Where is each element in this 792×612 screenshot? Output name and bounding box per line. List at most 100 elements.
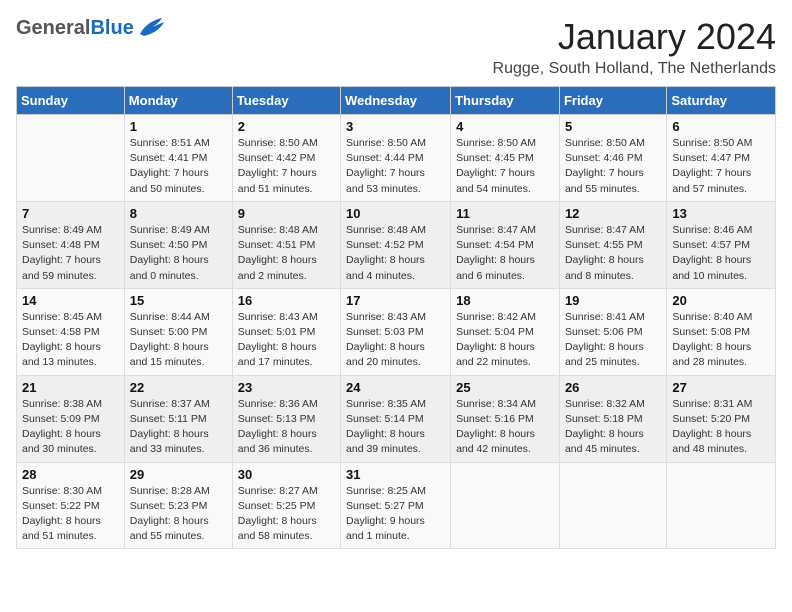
day-number: 13	[672, 206, 770, 221]
day-info: Sunrise: 8:37 AMSunset: 5:11 PMDaylight:…	[130, 397, 227, 458]
day-info: Sunrise: 8:50 AMSunset: 4:42 PMDaylight:…	[238, 136, 335, 197]
calendar-cell: 3 Sunrise: 8:50 AMSunset: 4:44 PMDaylight…	[341, 115, 451, 202]
day-number: 30	[238, 467, 335, 482]
day-info: Sunrise: 8:50 AMSunset: 4:47 PMDaylight:…	[672, 136, 770, 197]
calendar-cell: 28 Sunrise: 8:30 AMSunset: 5:22 PMDayligh…	[17, 462, 125, 549]
day-number: 11	[456, 206, 554, 221]
calendar-cell	[559, 462, 666, 549]
day-number: 21	[22, 380, 119, 395]
column-header-sunday: Sunday	[17, 87, 125, 115]
column-header-monday: Monday	[124, 87, 232, 115]
day-info: Sunrise: 8:31 AMSunset: 5:20 PMDaylight:…	[672, 397, 770, 458]
calendar-cell: 19Sunrise: 8:41 AMSunset: 5:06 PMDayligh…	[559, 288, 666, 375]
calendar-cell: 7 Sunrise: 8:49 AMSunset: 4:48 PMDaylight…	[17, 201, 125, 288]
day-number: 7	[22, 206, 119, 221]
day-info: Sunrise: 8:27 AMSunset: 5:25 PMDaylight:…	[238, 484, 335, 545]
day-number: 26	[565, 380, 661, 395]
calendar-table: SundayMondayTuesdayWednesdayThursdayFrid…	[16, 86, 776, 549]
column-header-friday: Friday	[559, 87, 666, 115]
day-number: 8	[130, 206, 227, 221]
day-info: Sunrise: 8:40 AMSunset: 5:08 PMDaylight:…	[672, 310, 770, 371]
day-info: Sunrise: 8:30 AMSunset: 5:22 PMDaylight:…	[22, 484, 119, 545]
column-header-saturday: Saturday	[667, 87, 776, 115]
day-number: 27	[672, 380, 770, 395]
calendar-cell: 13 Sunrise: 8:46 AMSunset: 4:57 PMDayligh…	[667, 201, 776, 288]
calendar-week-row: 7 Sunrise: 8:49 AMSunset: 4:48 PMDaylight…	[17, 201, 776, 288]
calendar-cell: 30 Sunrise: 8:27 AMSunset: 5:25 PMDayligh…	[232, 462, 340, 549]
calendar-cell: 18 Sunrise: 8:42 AMSunset: 5:04 PMDayligh…	[451, 288, 560, 375]
day-number: 2	[238, 119, 335, 134]
calendar-cell: 8 Sunrise: 8:49 AMSunset: 4:50 PMDaylight…	[124, 201, 232, 288]
day-info: Sunrise: 8:50 AMSunset: 4:45 PMDaylight:…	[456, 136, 554, 197]
calendar-cell	[17, 115, 125, 202]
day-info: Sunrise: 8:50 AMSunset: 4:44 PMDaylight:…	[346, 136, 445, 197]
calendar-cell: 23 Sunrise: 8:36 AMSunset: 5:13 PMDayligh…	[232, 375, 340, 462]
day-number: 31	[346, 467, 445, 482]
day-number: 9	[238, 206, 335, 221]
day-info: Sunrise: 8:48 AMSunset: 4:51 PMDaylight:…	[238, 223, 335, 284]
day-info: Sunrise: 8:36 AMSunset: 5:13 PMDaylight:…	[238, 397, 335, 458]
day-info: Sunrise: 8:41 AMSunset: 5:06 PMDaylight:…	[565, 310, 661, 371]
calendar-cell	[667, 462, 776, 549]
day-number: 20	[672, 293, 770, 308]
calendar-cell: 5 Sunrise: 8:50 AMSunset: 4:46 PMDaylight…	[559, 115, 666, 202]
calendar-week-row: 14 Sunrise: 8:45 AMSunset: 4:58 PMDayligh…	[17, 288, 776, 375]
column-header-tuesday: Tuesday	[232, 87, 340, 115]
calendar-cell: 15Sunrise: 8:44 AMSunset: 5:00 PMDayligh…	[124, 288, 232, 375]
day-info: Sunrise: 8:48 AMSunset: 4:52 PMDaylight:…	[346, 223, 445, 284]
day-number: 14	[22, 293, 119, 308]
day-number: 18	[456, 293, 554, 308]
calendar-cell: 4 Sunrise: 8:50 AMSunset: 4:45 PMDaylight…	[451, 115, 560, 202]
calendar-cell: 16 Sunrise: 8:43 AMSunset: 5:01 PMDayligh…	[232, 288, 340, 375]
day-info: Sunrise: 8:25 AMSunset: 5:27 PMDaylight:…	[346, 484, 445, 545]
day-info: Sunrise: 8:35 AMSunset: 5:14 PMDaylight:…	[346, 397, 445, 458]
calendar-cell: 25Sunrise: 8:34 AMSunset: 5:16 PMDayligh…	[451, 375, 560, 462]
day-info: Sunrise: 8:28 AMSunset: 5:23 PMDaylight:…	[130, 484, 227, 545]
day-number: 10	[346, 206, 445, 221]
day-info: Sunrise: 8:34 AMSunset: 5:16 PMDaylight:…	[456, 397, 554, 458]
day-info: Sunrise: 8:43 AMSunset: 5:01 PMDaylight:…	[238, 310, 335, 371]
location-subtitle: Rugge, South Holland, The Netherlands	[493, 60, 776, 78]
calendar-week-row: 28 Sunrise: 8:30 AMSunset: 5:22 PMDayligh…	[17, 462, 776, 549]
calendar-cell: 20 Sunrise: 8:40 AMSunset: 5:08 PMDayligh…	[667, 288, 776, 375]
day-number: 23	[238, 380, 335, 395]
day-info: Sunrise: 8:50 AMSunset: 4:46 PMDaylight:…	[565, 136, 661, 197]
calendar-cell	[451, 462, 560, 549]
calendar-cell: 1Sunrise: 8:51 AMSunset: 4:41 PMDaylight…	[124, 115, 232, 202]
day-number: 4	[456, 119, 554, 134]
column-header-thursday: Thursday	[451, 87, 560, 115]
day-info: Sunrise: 8:47 AMSunset: 4:54 PMDaylight:…	[456, 223, 554, 284]
day-number: 12	[565, 206, 661, 221]
month-title: January 2024	[493, 16, 776, 58]
day-number: 1	[130, 119, 227, 134]
day-info: Sunrise: 8:44 AMSunset: 5:00 PMDaylight:…	[130, 310, 227, 371]
calendar-cell: 17 Sunrise: 8:43 AMSunset: 5:03 PMDayligh…	[341, 288, 451, 375]
day-info: Sunrise: 8:47 AMSunset: 4:55 PMDaylight:…	[565, 223, 661, 284]
day-info: Sunrise: 8:43 AMSunset: 5:03 PMDaylight:…	[346, 310, 445, 371]
day-number: 5	[565, 119, 661, 134]
day-number: 3	[346, 119, 445, 134]
day-number: 17	[346, 293, 445, 308]
day-number: 29	[130, 467, 227, 482]
calendar-cell: 9 Sunrise: 8:48 AMSunset: 4:51 PMDaylight…	[232, 201, 340, 288]
day-number: 28	[22, 467, 119, 482]
day-number: 16	[238, 293, 335, 308]
day-number: 6	[672, 119, 770, 134]
calendar-cell: 11 Sunrise: 8:47 AMSunset: 4:54 PMDayligh…	[451, 201, 560, 288]
day-info: Sunrise: 8:42 AMSunset: 5:04 PMDaylight:…	[456, 310, 554, 371]
logo-bird-icon	[136, 16, 164, 38]
calendar-cell: 10 Sunrise: 8:48 AMSunset: 4:52 PMDayligh…	[341, 201, 451, 288]
calendar-cell: 27 Sunrise: 8:31 AMSunset: 5:20 PMDayligh…	[667, 375, 776, 462]
calendar-cell: 12 Sunrise: 8:47 AMSunset: 4:55 PMDayligh…	[559, 201, 666, 288]
day-info: Sunrise: 8:45 AMSunset: 4:58 PMDaylight:…	[22, 310, 119, 371]
page-header: GeneralBlue January 2024 Rugge, South Ho…	[16, 16, 776, 78]
day-info: Sunrise: 8:46 AMSunset: 4:57 PMDaylight:…	[672, 223, 770, 284]
day-info: Sunrise: 8:49 AMSunset: 4:48 PMDaylight:…	[22, 223, 119, 284]
calendar-week-row: 21Sunrise: 8:38 AMSunset: 5:09 PMDayligh…	[17, 375, 776, 462]
day-number: 24	[346, 380, 445, 395]
day-info: Sunrise: 8:32 AMSunset: 5:18 PMDaylight:…	[565, 397, 661, 458]
day-info: Sunrise: 8:49 AMSunset: 4:50 PMDaylight:…	[130, 223, 227, 284]
calendar-cell: 31 Sunrise: 8:25 AMSunset: 5:27 PMDayligh…	[341, 462, 451, 549]
calendar-cell: 24 Sunrise: 8:35 AMSunset: 5:14 PMDayligh…	[341, 375, 451, 462]
calendar-cell: 29 Sunrise: 8:28 AMSunset: 5:23 PMDayligh…	[124, 462, 232, 549]
